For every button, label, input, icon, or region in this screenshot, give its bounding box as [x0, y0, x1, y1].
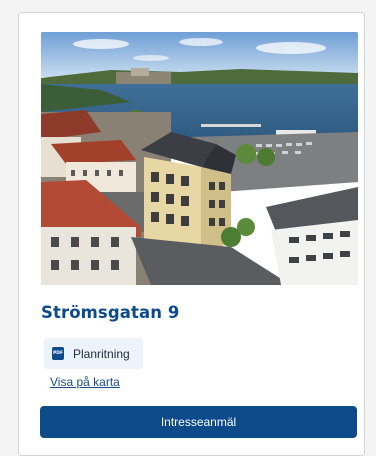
- property-photo-illustration: [41, 32, 358, 285]
- show-on-map-link[interactable]: Visa på karta: [50, 375, 120, 389]
- property-photo[interactable]: [41, 32, 358, 285]
- property-card: Strömsgatan 9 PDF Planritning Visa på ka…: [18, 12, 365, 456]
- register-interest-button[interactable]: Intresseanmäl: [40, 406, 357, 438]
- floor-plan-label: Planritning: [73, 346, 130, 361]
- floor-plan-document-link[interactable]: PDF Planritning: [44, 338, 143, 369]
- pdf-icon: PDF: [52, 347, 64, 360]
- property-title: Strömsgatan 9: [41, 303, 180, 322]
